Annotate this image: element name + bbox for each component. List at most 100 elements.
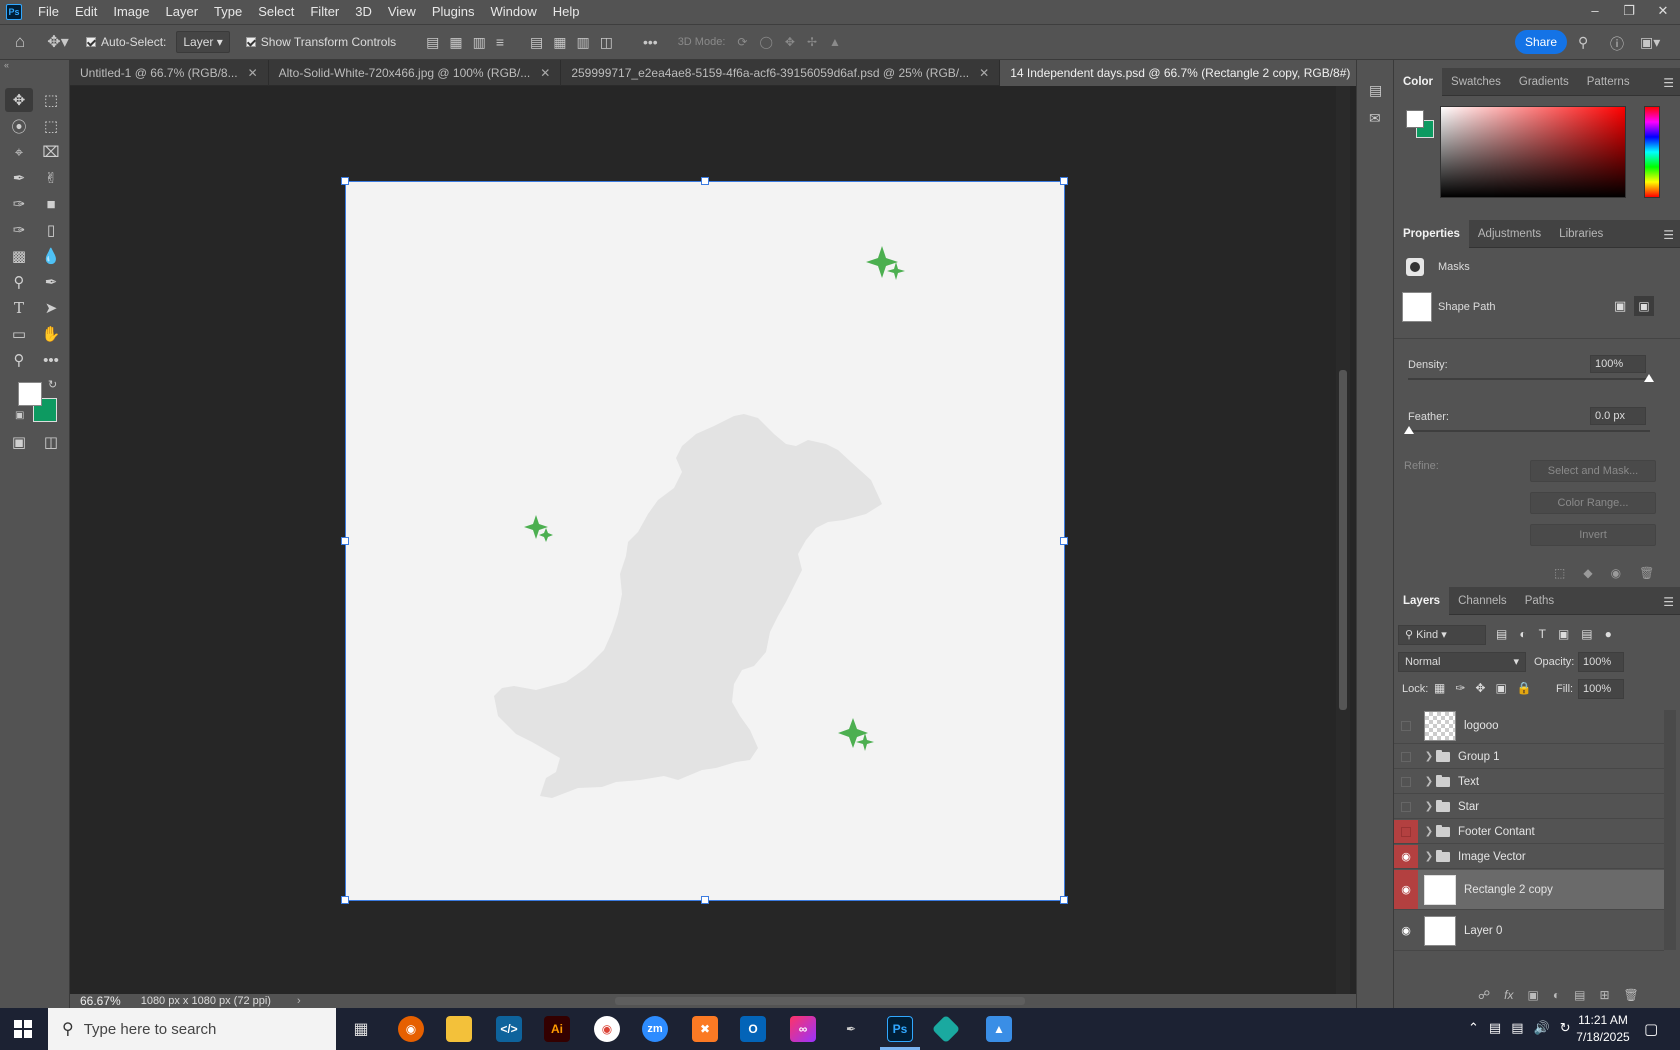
type-tool[interactable]: T bbox=[5, 296, 33, 320]
opacity-input[interactable]: 100% bbox=[1578, 652, 1624, 672]
filter-toggle-icon[interactable]: ● bbox=[1605, 627, 1612, 641]
lock-image-icon[interactable]: ✑ bbox=[1455, 681, 1465, 695]
transform-handle[interactable] bbox=[701, 896, 709, 904]
menu-window[interactable]: Window bbox=[482, 0, 544, 24]
foreground-color-swatch[interactable] bbox=[18, 382, 42, 406]
default-colors-icon[interactable]: ▣ bbox=[15, 410, 24, 421]
menu-select[interactable]: Select bbox=[250, 0, 302, 24]
fill-input[interactable]: 100% bbox=[1578, 679, 1624, 699]
screen-mode-icon[interactable]: ◫ bbox=[37, 430, 65, 454]
layers-scrollbar[interactable] bbox=[1664, 710, 1676, 950]
more-options-icon[interactable]: ••• bbox=[643, 34, 658, 51]
visibility-toggle[interactable] bbox=[1394, 708, 1418, 743]
eye-icon[interactable]: ◉ bbox=[1394, 911, 1418, 950]
transform-handle[interactable] bbox=[1060, 537, 1068, 545]
blur-tool[interactable]: 💧 bbox=[37, 244, 65, 268]
layer-row-star[interactable]: ❯ Star bbox=[1394, 795, 1664, 819]
task-view-icon[interactable]: ▦ bbox=[348, 1016, 374, 1042]
invert-button[interactable]: Invert bbox=[1530, 524, 1656, 546]
3d-orbit-icon[interactable]: ⟳ bbox=[737, 35, 747, 49]
3d-roll-icon[interactable]: ◯ bbox=[759, 35, 772, 49]
xampp-icon[interactable]: ✖ bbox=[692, 1016, 718, 1042]
outlook-icon[interactable]: O bbox=[740, 1016, 766, 1042]
auto-select-checkbox[interactable]: Auto-Select: bbox=[86, 35, 166, 49]
feather-slider-handle[interactable] bbox=[1404, 426, 1414, 434]
wifi-icon[interactable]: ▤ bbox=[1511, 1020, 1523, 1036]
restore-icon[interactable]: ❐ bbox=[1612, 0, 1646, 24]
lock-artboard-icon[interactable]: ▣ bbox=[1495, 681, 1506, 695]
close-tab-icon[interactable]: ✕ bbox=[248, 60, 258, 86]
pen-tool[interactable]: ✒ bbox=[37, 270, 65, 294]
delete-layer-icon[interactable]: 🗑 bbox=[1624, 988, 1639, 1002]
windows-start-icon[interactable] bbox=[14, 1020, 32, 1038]
tab-adjustments[interactable]: Adjustments bbox=[1469, 220, 1550, 248]
status-expand-icon[interactable]: › bbox=[297, 995, 301, 1007]
delete-mask-icon[interactable]: 🗑 bbox=[1639, 566, 1654, 580]
feather-slider[interactable] bbox=[1408, 430, 1650, 432]
visibility-icon[interactable]: ◉ bbox=[1611, 566, 1621, 580]
crop-tool[interactable]: ⌖ bbox=[5, 140, 33, 164]
menu-edit[interactable]: Edit bbox=[67, 0, 105, 24]
tab-patterns[interactable]: Patterns bbox=[1578, 68, 1639, 96]
checkbox-icon[interactable] bbox=[86, 37, 96, 47]
select-vector-mask-icon[interactable]: ▣ bbox=[1634, 296, 1654, 316]
tab-paths[interactable]: Paths bbox=[1516, 587, 1563, 615]
close-tab-icon[interactable]: ✕ bbox=[540, 60, 550, 86]
horizontal-scroll-thumb[interactable] bbox=[615, 997, 1025, 1005]
search-icon[interactable]: ⚲ bbox=[1578, 34, 1588, 51]
hidden-eye-box[interactable] bbox=[1401, 720, 1411, 731]
notifications-icon[interactable]: ▢ bbox=[1644, 1020, 1658, 1038]
gradient-tool[interactable]: ▩ bbox=[5, 244, 33, 268]
menu-image[interactable]: Image bbox=[105, 0, 157, 24]
firefox-icon[interactable]: ◉ bbox=[398, 1016, 424, 1042]
panel-menu-icon[interactable]: ☰ bbox=[1663, 228, 1674, 242]
layer-row-logooo[interactable]: logooo bbox=[1394, 708, 1664, 744]
fx-icon[interactable]: fx bbox=[1504, 988, 1513, 1002]
3d-pan-icon[interactable]: ✥ bbox=[785, 35, 795, 49]
distribute-vertical-icon[interactable]: ◫ bbox=[600, 34, 613, 51]
move-tool[interactable]: ✥ bbox=[5, 88, 33, 112]
tab-properties[interactable]: Properties bbox=[1394, 219, 1469, 248]
hue-slider[interactable] bbox=[1644, 106, 1660, 198]
new-layer-icon[interactable]: ⊞ bbox=[1599, 988, 1609, 1002]
close-tab-icon[interactable]: ✕ bbox=[979, 60, 989, 86]
document-canvas[interactable] bbox=[341, 177, 1068, 904]
layer-row-text[interactable]: ❯ Text bbox=[1394, 770, 1664, 794]
select-and-mask-button[interactable]: Select and Mask... bbox=[1530, 460, 1656, 482]
file-explorer-icon[interactable] bbox=[446, 1016, 472, 1042]
layer-filter-kind[interactable]: ⚲ Kind ▾ bbox=[1398, 625, 1486, 645]
collapse-toolbar-icon[interactable]: « bbox=[4, 60, 9, 70]
vscode-icon[interactable]: </> bbox=[496, 1016, 522, 1042]
taskbar-search[interactable]: ⚲ Type here to search bbox=[48, 1008, 336, 1050]
clone-stamp-tool[interactable]: ■ bbox=[37, 192, 65, 216]
menu-layer[interactable]: Layer bbox=[158, 0, 207, 24]
chrome-icon[interactable]: ◉ bbox=[594, 1016, 620, 1042]
transform-handle[interactable] bbox=[1060, 896, 1068, 904]
share-button[interactable]: Share bbox=[1515, 30, 1567, 54]
link-layers-icon[interactable]: ☍ bbox=[1478, 988, 1490, 1002]
volume-icon[interactable]: 🔊 bbox=[1534, 1020, 1550, 1036]
menu-3d[interactable]: 3D bbox=[347, 0, 380, 24]
tab-channels[interactable]: Channels bbox=[1449, 587, 1516, 615]
hidden-eye-box[interactable] bbox=[1401, 801, 1411, 812]
chevron-up-icon[interactable]: ⌃ bbox=[1468, 1020, 1479, 1036]
transform-handle[interactable] bbox=[1060, 177, 1068, 185]
auto-select-dropdown[interactable]: Layer ▾ bbox=[176, 31, 230, 53]
edit-toolbar-icon[interactable]: ••• bbox=[37, 348, 65, 372]
color-panel-fg-swatch[interactable] bbox=[1406, 110, 1424, 128]
menu-type[interactable]: Type bbox=[206, 0, 250, 24]
color-range-button[interactable]: Color Range... bbox=[1530, 492, 1656, 514]
app-diamond-icon[interactable] bbox=[931, 1014, 961, 1044]
menu-plugins[interactable]: Plugins bbox=[424, 0, 483, 24]
layer-row-rectangle-2-copy[interactable]: ◉ Rectangle 2 copy bbox=[1394, 870, 1664, 910]
vertical-scroll-thumb[interactable] bbox=[1339, 370, 1347, 710]
lock-all-icon[interactable]: 🔒 bbox=[1517, 681, 1532, 695]
menu-view[interactable]: View bbox=[380, 0, 424, 24]
path-selection-tool[interactable]: ➤ bbox=[37, 296, 65, 320]
new-group-icon[interactable]: ▤ bbox=[1574, 988, 1585, 1002]
zoom-tool[interactable]: ⚲ bbox=[5, 348, 33, 372]
close-icon[interactable]: ✕ bbox=[1646, 0, 1680, 24]
hand-tool[interactable]: ✋ bbox=[37, 322, 65, 346]
menu-filter[interactable]: Filter bbox=[302, 0, 347, 24]
zoom-level[interactable]: 66.67% bbox=[80, 994, 121, 1008]
